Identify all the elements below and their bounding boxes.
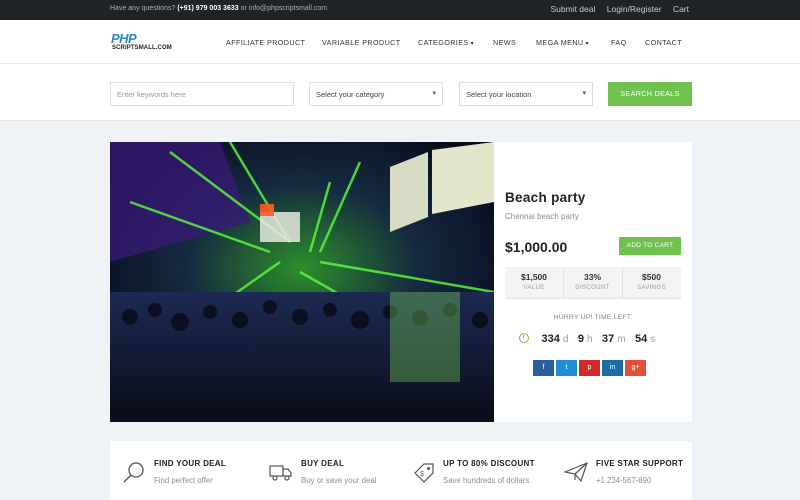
nav-variable-product[interactable]: VARIABLE PRODUCT bbox=[322, 38, 401, 47]
feature-title: BUY DEAL bbox=[301, 459, 345, 468]
caret-down-icon: ▾ bbox=[432, 90, 436, 97]
chevron-down-icon: ▾ bbox=[585, 41, 589, 47]
google-plus-icon[interactable]: g+ bbox=[625, 360, 646, 376]
timer-days: 334 bbox=[541, 333, 560, 345]
nav-categories-label: CATEGORIES bbox=[418, 38, 469, 47]
nav-mega-menu[interactable]: MEGA MENU ▾ bbox=[536, 38, 589, 47]
nav-faq[interactable]: FAQ bbox=[611, 38, 627, 47]
chevron-down-icon: ▾ bbox=[470, 41, 475, 47]
timer-seconds-unit: s bbox=[650, 334, 656, 345]
stat-value-amount: $1,500 bbox=[521, 272, 547, 282]
submit-deal-link[interactable]: Submit deal bbox=[550, 4, 595, 14]
tag-icon: $ bbox=[414, 463, 434, 483]
caret-down-icon: ▾ bbox=[582, 90, 586, 97]
location-select[interactable]: Select your location ▾ bbox=[459, 82, 593, 106]
hurry-label: HURRY UP! TIME LEFT: bbox=[553, 314, 633, 321]
paper-plane-icon bbox=[564, 461, 588, 483]
nav-categories[interactable]: CATEGORIES ▾ bbox=[418, 38, 474, 47]
question-text: Have any questions? bbox=[110, 5, 178, 12]
site-logo[interactable]: PHP SCRIPTSMALL.COM bbox=[111, 31, 183, 53]
clock-icon bbox=[519, 333, 529, 343]
timer-minutes-unit: m bbox=[617, 334, 626, 345]
deal-image[interactable] bbox=[110, 142, 494, 422]
logo-php: PHP bbox=[111, 31, 137, 46]
facebook-icon[interactable]: f bbox=[533, 360, 554, 376]
nav-affiliate-product[interactable]: AFFILIATE PRODUCT bbox=[226, 38, 305, 47]
nav-news[interactable]: NEWS bbox=[493, 38, 516, 47]
stat-discount-amount: 33% bbox=[583, 272, 601, 282]
logo-domain: SCRIPTSMALL.COM bbox=[112, 45, 172, 51]
timer-hours: 9 bbox=[577, 333, 584, 345]
feature-subtitle: Buy or save your deal bbox=[301, 476, 377, 485]
main-header: PHP SCRIPTSMALL.COM AFFILIATE PRODUCT VA… bbox=[0, 20, 800, 64]
countdown-timer: 334 d 9h 37 m 54 s bbox=[519, 329, 660, 345]
deal-subtitle: Chennai beach party bbox=[505, 212, 579, 221]
deal-details: Beach party Chennai beach party $1,000.0… bbox=[494, 142, 692, 422]
deal-price: $1,000.00 bbox=[505, 239, 568, 255]
search-icon bbox=[123, 462, 144, 483]
share-buttons: f t p in g+ bbox=[533, 356, 648, 376]
features-bar: FIND YOUR DEAL Find perfect offer BUY DE… bbox=[110, 441, 692, 500]
stat-discount: 33% DISCOUNT bbox=[563, 267, 621, 299]
top-links: Submit deal Login/Register Cart bbox=[541, 4, 689, 14]
stat-discount-label: DISCOUNT bbox=[575, 285, 610, 291]
top-bar: Have any questions? (+91) 979 003 3633 o… bbox=[0, 0, 800, 20]
keyword-search-input[interactable]: Enter keywords here bbox=[110, 82, 294, 106]
stat-savings: $500 SAVINGS bbox=[622, 267, 680, 299]
feature-subtitle: +1 234-567-890 bbox=[596, 476, 652, 485]
contact-info: Have any questions? (+91) 979 003 3633 o… bbox=[110, 5, 327, 12]
keyword-placeholder: Enter keywords here bbox=[117, 90, 186, 99]
login-register-link[interactable]: Login/Register bbox=[607, 4, 662, 14]
nav-contact[interactable]: CONTACT bbox=[645, 38, 682, 47]
nav-mega-menu-label: MEGA MENU bbox=[536, 38, 584, 47]
feature-subtitle: Find perfect offer bbox=[154, 476, 213, 485]
phone-number[interactable]: (+91) 979 003 3633 bbox=[177, 5, 238, 12]
nightclub-photo bbox=[110, 142, 494, 422]
timer-seconds: 54 bbox=[635, 333, 648, 345]
feature-title: UP TO 80% DISCOUNT bbox=[443, 459, 535, 468]
stat-savings-amount: $500 bbox=[642, 272, 661, 282]
category-select-value: Select your category bbox=[316, 90, 385, 99]
stat-value: $1,500 VALUE bbox=[505, 267, 563, 299]
stat-value-label: VALUE bbox=[523, 285, 545, 291]
timer-days-unit: d bbox=[562, 334, 569, 345]
feature-title: FIVE STAR SUPPORT bbox=[596, 459, 684, 468]
deal-title[interactable]: Beach party bbox=[505, 190, 586, 205]
pinterest-icon[interactable]: p bbox=[579, 360, 600, 376]
timer-minutes: 37 bbox=[601, 333, 615, 345]
truck-icon bbox=[269, 465, 292, 481]
svg-text:$: $ bbox=[420, 471, 424, 478]
search-deals-button[interactable]: SEARCH DEALS bbox=[608, 82, 692, 106]
timer-hours-unit: h bbox=[586, 334, 593, 345]
stat-savings-label: SAVINGS bbox=[636, 285, 667, 291]
linkedin-icon[interactable]: in bbox=[602, 360, 623, 376]
add-to-cart-button[interactable]: ADD TO CART bbox=[619, 237, 681, 255]
twitter-icon[interactable]: t bbox=[556, 360, 577, 376]
feature-title: FIND YOUR DEAL bbox=[154, 459, 227, 468]
or-text: or bbox=[238, 5, 249, 12]
location-select-value: Select your location bbox=[466, 90, 532, 99]
cart-link[interactable]: Cart bbox=[673, 4, 689, 14]
feature-subtitle: Save hundreds of dollars bbox=[443, 476, 530, 485]
deal-stats: $1,500 VALUE 33% DISCOUNT $500 SAVINGS bbox=[505, 267, 681, 299]
email-link[interactable]: info@phpscriptsmall.com bbox=[249, 5, 327, 12]
category-select[interactable]: Select your category ▾ bbox=[309, 82, 443, 106]
